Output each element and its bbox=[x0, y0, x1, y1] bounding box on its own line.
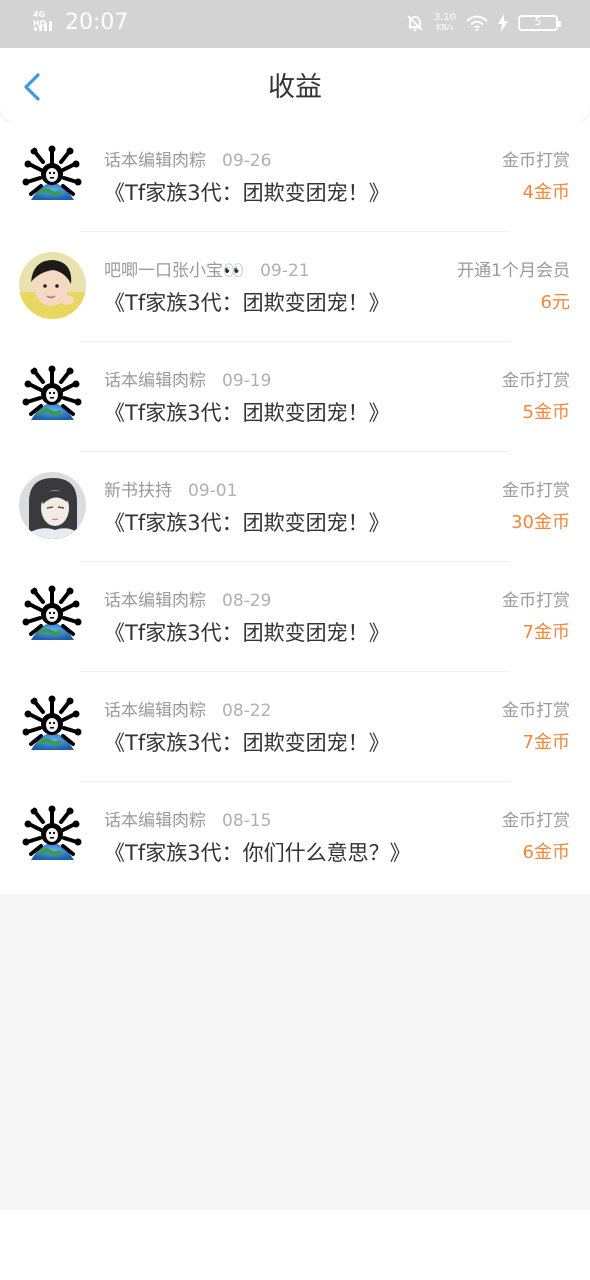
avatar[interactable] bbox=[19, 252, 86, 319]
earning-amount: 7金币 bbox=[522, 732, 570, 753]
earning-type: 金币打赏 bbox=[502, 481, 570, 501]
skull-globe-icon bbox=[19, 582, 86, 649]
earning-amount: 6金币 bbox=[522, 842, 570, 863]
list-item[interactable]: 吧唧一口张小宝👀 09-21 《Tf家族3代：团欺变团宠！》 开通1个月会员 6元 bbox=[0, 232, 590, 342]
user-name: 话本编辑肉粽 bbox=[104, 811, 206, 831]
book-title: 《Tf家族3代：团欺变团宠！》 bbox=[104, 291, 390, 315]
book-title: 《Tf家族3代：团欺变团宠！》 bbox=[104, 401, 390, 425]
avatar[interactable] bbox=[19, 802, 86, 869]
earning-amount: 6元 bbox=[540, 292, 570, 313]
item-date: 08-29 bbox=[222, 591, 272, 611]
list-item[interactable]: 话本编辑肉粽 09-19 《Tf家族3代：团欺变团宠！》 金币打赏 5金币 bbox=[0, 342, 590, 452]
skull-globe-icon bbox=[19, 362, 86, 429]
earning-amount: 7金币 bbox=[522, 622, 570, 643]
earning-type: 金币打赏 bbox=[502, 371, 570, 391]
earning-amount: 4金币 bbox=[522, 182, 570, 203]
item-date: 09-19 bbox=[222, 371, 272, 391]
battery-level: 5 bbox=[534, 15, 542, 28]
book-title: 《Tf家族3代：团欺变团宠！》 bbox=[104, 181, 390, 205]
avatar[interactable] bbox=[19, 692, 86, 759]
earning-type: 金币打赏 bbox=[502, 591, 570, 611]
avatar[interactable] bbox=[19, 362, 86, 429]
avatar[interactable] bbox=[19, 582, 86, 649]
status-bar: 4G HD 20:07 3.10 KB/s 5 bbox=[0, 0, 590, 48]
user-name: 话本编辑肉粽 bbox=[104, 591, 206, 611]
battery-icon: 5 bbox=[518, 15, 561, 31]
nav-bar: 收益 bbox=[0, 48, 590, 122]
earning-type: 金币打赏 bbox=[502, 701, 570, 721]
charging-bolt-icon bbox=[498, 14, 508, 32]
item-date: 09-01 bbox=[188, 481, 238, 501]
book-title: 《Tf家族3代：团欺变团宠！》 bbox=[104, 621, 390, 645]
skull-globe-icon bbox=[19, 692, 86, 759]
item-date: 08-15 bbox=[222, 811, 272, 831]
book-title: 《Tf家族3代：团欺变团宠！》 bbox=[104, 731, 390, 755]
item-date: 09-26 bbox=[222, 151, 272, 171]
user-name: 话本编辑肉粽 bbox=[104, 371, 206, 391]
avatar[interactable] bbox=[19, 472, 86, 539]
skull-globe-icon bbox=[19, 802, 86, 869]
user-name: 话本编辑肉粽 bbox=[104, 701, 206, 721]
network-speed: 3.10 KB/s bbox=[433, 12, 456, 33]
earning-type: 金币打赏 bbox=[502, 151, 570, 171]
list-item[interactable]: 话本编辑肉粽 08-22 《Tf家族3代：团欺变团宠！》 金币打赏 7金币 bbox=[0, 672, 590, 782]
list-item[interactable]: 新书扶持 09-01 《Tf家族3代：团欺变团宠！》 金币打赏 30金币 bbox=[0, 452, 590, 562]
list-item[interactable]: 话本编辑肉粽 08-15 《Tf家族3代：你们什么意思？》 金币打赏 6金币 bbox=[0, 782, 590, 892]
list-item[interactable]: 话本编辑肉粽 09-26 《Tf家族3代：团欺变团宠！》 金币打赏 4金币 bbox=[0, 122, 590, 232]
anime-portrait bbox=[19, 472, 86, 539]
empty-area bbox=[0, 894, 590, 1210]
avatar[interactable] bbox=[19, 142, 86, 209]
user-photo bbox=[19, 252, 86, 319]
earning-type: 开通1个月会员 bbox=[457, 261, 570, 281]
wifi-icon bbox=[466, 15, 488, 31]
page-title: 收益 bbox=[268, 72, 322, 103]
user-name: 吧唧一口张小宝👀 bbox=[104, 261, 245, 281]
clock: 20:07 bbox=[65, 10, 129, 35]
earning-amount: 5金币 bbox=[522, 402, 570, 423]
book-title: 《Tf家族3代：你们什么意思？》 bbox=[104, 841, 411, 865]
mute-bell-icon bbox=[407, 15, 423, 32]
earning-type: 金币打赏 bbox=[502, 811, 570, 831]
skull-globe-icon bbox=[19, 142, 86, 209]
list-item[interactable]: 话本编辑肉粽 08-29 《Tf家族3代：团欺变团宠！》 金币打赏 7金币 bbox=[0, 562, 590, 672]
book-title: 《Tf家族3代：团欺变团宠！》 bbox=[104, 511, 390, 535]
user-name: 新书扶持 bbox=[104, 481, 172, 501]
earning-amount: 30金币 bbox=[511, 512, 570, 533]
earnings-list: 话本编辑肉粽 09-26 《Tf家族3代：团欺变团宠！》 金币打赏 4金币 吧唧一… bbox=[0, 122, 590, 892]
user-name: 话本编辑肉粽 bbox=[104, 151, 206, 171]
item-date: 09-21 bbox=[260, 261, 310, 281]
signal-icon: 4G HD bbox=[33, 10, 61, 32]
item-date: 08-22 bbox=[222, 701, 272, 721]
